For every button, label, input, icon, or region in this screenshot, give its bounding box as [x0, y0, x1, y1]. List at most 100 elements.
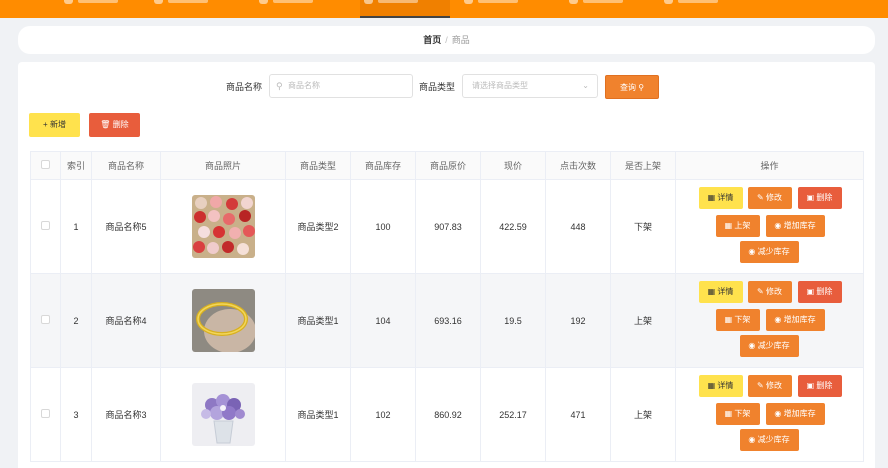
- nav-icon: [259, 0, 268, 4]
- product-table: 索引 商品名称 商品照片 商品类型 商品库存 商品原价 现价 点击次数 是否上架…: [30, 151, 864, 462]
- search-name-input[interactable]: ⚲ 商品名称: [269, 74, 413, 98]
- decrease-stock-button[interactable]: ◉ 减少库存: [739, 240, 799, 263]
- delete-row-button[interactable]: ▣ 删除: [797, 186, 842, 209]
- pencil-icon: ✎: [757, 286, 764, 296]
- delete-row-button[interactable]: ▣ 删除: [797, 374, 842, 397]
- detail-label: 详情: [717, 380, 734, 390]
- trash-icon: 🗑: [100, 120, 111, 129]
- query-button[interactable]: 查询 ⚲: [605, 75, 659, 99]
- select-all-checkbox[interactable]: [41, 160, 50, 169]
- shelf-toggle-button[interactable]: ▦ 下架: [715, 308, 760, 331]
- edit-button[interactable]: ✎ 修改: [747, 186, 792, 209]
- gold-bracelet-image[interactable]: [191, 289, 255, 352]
- table-header: 索引: [60, 151, 92, 180]
- delete-row-label: 删除: [816, 286, 833, 296]
- shelf-toggle-button[interactable]: ▦ 下架: [715, 402, 760, 425]
- cell-original-price: 860.92: [415, 367, 481, 462]
- row-select[interactable]: [30, 367, 61, 462]
- purple-flower-vase-image[interactable]: [191, 383, 255, 446]
- pencil-icon: ✎: [757, 380, 764, 390]
- cell-price: 252.17: [480, 367, 546, 462]
- shelf-action-label: 下架: [734, 408, 751, 418]
- nav-item-active[interactable]: [360, 0, 450, 18]
- add-button[interactable]: + 新增: [29, 113, 80, 137]
- bulb-icon: ◉: [774, 408, 782, 418]
- cell-operations: ▦ 详情 ✎ 修改 ▣ 删除 ▦ 下架 ◉ 增加库存 ◉ 减少库存: [675, 367, 864, 462]
- shelf-toggle-button[interactable]: ▦ 上架: [715, 214, 760, 237]
- detail-label: 详情: [717, 192, 734, 202]
- header-select-all[interactable]: [30, 151, 61, 180]
- table-header: 点击次数: [545, 151, 611, 180]
- trash-icon: ▣: [806, 192, 815, 202]
- nav-item[interactable]: [150, 0, 240, 18]
- nav-item[interactable]: [460, 0, 550, 18]
- chevron-down-icon: ⌄: [582, 81, 589, 90]
- cell-operations: ▦ 详情 ✎ 修改 ▣ 删除 ▦ 上架 ◉ 增加库存 ◉ 减少库存: [675, 179, 864, 274]
- nav-icon: [154, 0, 163, 4]
- table-header: 商品照片: [160, 151, 286, 180]
- decrease-stock-label: 减少库存: [757, 246, 790, 256]
- bulb-icon: ◉: [774, 220, 782, 230]
- cell-clicks: 448: [545, 179, 611, 274]
- nav-label-fragment: [678, 0, 718, 3]
- cell-on-shelf: 上架: [610, 273, 676, 368]
- row-checkbox[interactable]: [41, 409, 50, 418]
- delete-button[interactable]: 🗑 删除: [89, 113, 140, 137]
- decrease-stock-button[interactable]: ◉ 减少库存: [739, 334, 799, 357]
- active-underline: [360, 16, 450, 18]
- row-select[interactable]: [30, 179, 61, 274]
- cell-stock: 104: [350, 273, 416, 368]
- table-header: 现价: [480, 151, 546, 180]
- cell-type: 商品类型1: [285, 367, 351, 462]
- table-row: 1 商品名称5 商品类型2 100 907.83 422.59 448 下架 ▦…: [30, 179, 864, 274]
- row-checkbox[interactable]: [41, 315, 50, 324]
- edit-button[interactable]: ✎ 修改: [747, 374, 792, 397]
- top-nav-bar: [0, 0, 888, 18]
- document-icon: ▦: [707, 380, 716, 390]
- cell-original-price: 693.16: [415, 273, 481, 368]
- search-name-placeholder: 商品名称: [288, 81, 320, 90]
- nav-item[interactable]: [60, 0, 150, 18]
- delete-row-button[interactable]: ▣ 删除: [797, 280, 842, 303]
- row-select[interactable]: [30, 273, 61, 368]
- breadcrumb-home[interactable]: 首页: [423, 35, 441, 45]
- search-icon: ⚲: [638, 83, 645, 92]
- document-icon: ▦: [724, 408, 733, 418]
- row-checkbox[interactable]: [41, 221, 50, 230]
- nav-item[interactable]: [660, 0, 750, 18]
- bulb-icon: ◉: [748, 434, 756, 444]
- increase-stock-button[interactable]: ◉ 增加库存: [765, 214, 825, 237]
- nav-icon: [464, 0, 473, 4]
- nav-item[interactable]: [255, 0, 345, 18]
- decrease-stock-button[interactable]: ◉ 减少库存: [739, 428, 799, 451]
- edit-label: 修改: [765, 286, 782, 296]
- cell-stock: 102: [350, 367, 416, 462]
- breadcrumb-separator: /: [445, 35, 448, 45]
- cell-original-price: 907.83: [415, 179, 481, 274]
- table-header: 操作: [675, 151, 864, 180]
- cell-clicks: 192: [545, 273, 611, 368]
- cell-clicks: 471: [545, 367, 611, 462]
- nav-label-fragment: [478, 0, 518, 3]
- increase-stock-button[interactable]: ◉ 增加库存: [765, 402, 825, 425]
- table-header: 是否上架: [610, 151, 676, 180]
- cell-on-shelf: 下架: [610, 179, 676, 274]
- trash-icon: ▣: [806, 380, 815, 390]
- flower-bouquet-red-pink-image[interactable]: [191, 195, 255, 258]
- cell-price: 422.59: [480, 179, 546, 274]
- detail-button[interactable]: ▦ 详情: [698, 280, 743, 303]
- cell-type: 商品类型2: [285, 179, 351, 274]
- nav-item[interactable]: [565, 0, 655, 18]
- search-type-select[interactable]: 请选择商品类型 ⌄: [462, 74, 598, 98]
- cell-name: 商品名称4: [91, 273, 161, 368]
- search-icon: ⚲: [276, 81, 283, 91]
- detail-button[interactable]: ▦ 详情: [698, 186, 743, 209]
- increase-stock-button[interactable]: ◉ 增加库存: [765, 308, 825, 331]
- cell-price: 19.5: [480, 273, 546, 368]
- delete-label: 删除: [112, 120, 129, 129]
- detail-button[interactable]: ▦ 详情: [698, 374, 743, 397]
- document-icon: ▦: [724, 220, 733, 230]
- main-content: 商品名称 ⚲ 商品名称 商品类型 请选择商品类型 ⌄ 查询 ⚲ + 新增 🗑 删除 …: [18, 62, 875, 468]
- edit-button[interactable]: ✎ 修改: [747, 280, 792, 303]
- nav-label-fragment: [273, 0, 313, 3]
